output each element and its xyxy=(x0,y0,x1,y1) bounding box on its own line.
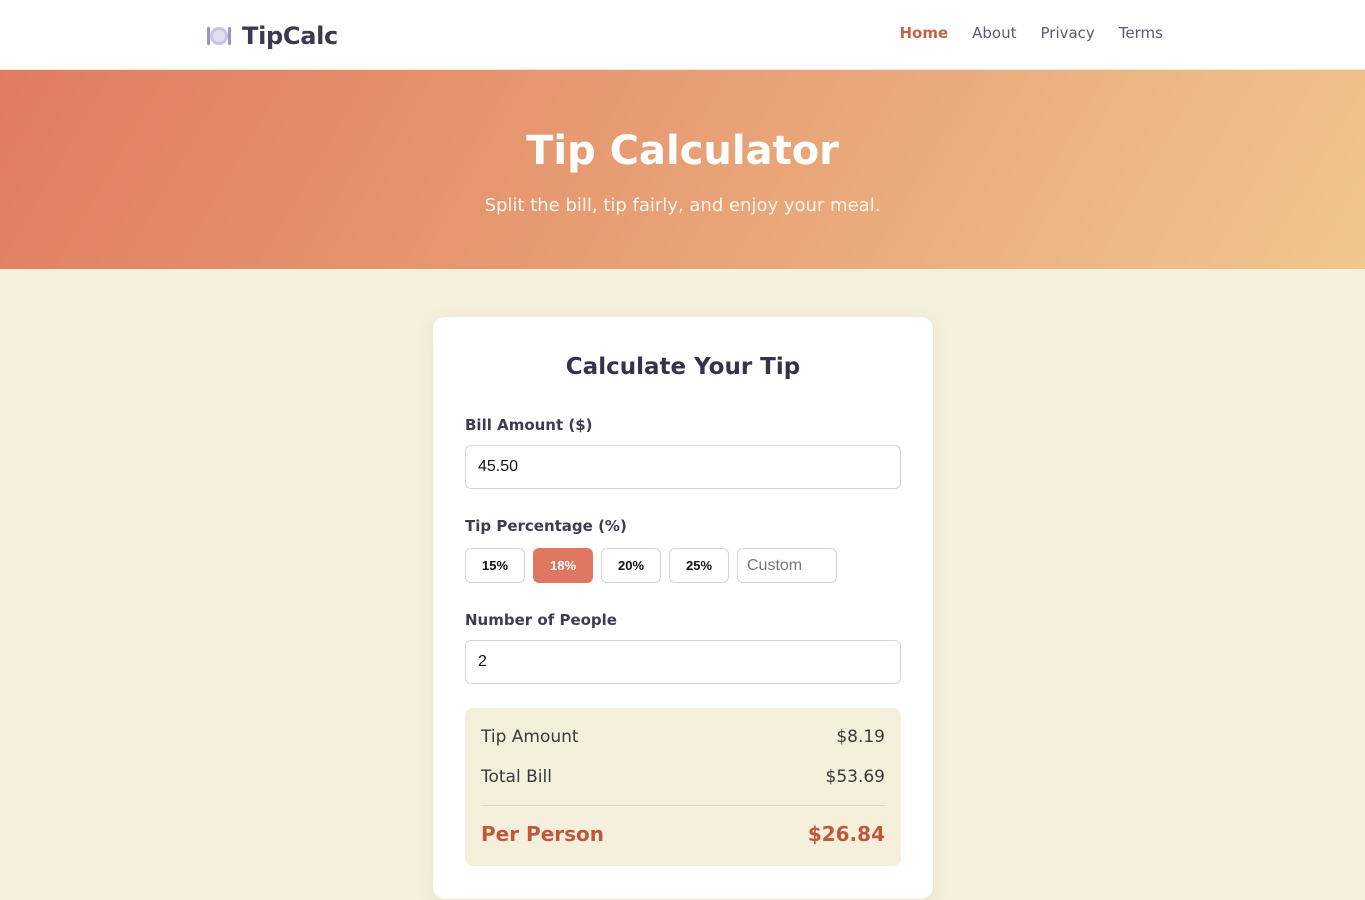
nav-about-link[interactable]: About xyxy=(972,24,1016,42)
brand-logo[interactable]: TipCalc xyxy=(206,20,338,52)
hero-title: Tip Calculator xyxy=(526,128,839,174)
tip-amount-value: $8.19 xyxy=(836,727,885,747)
bill-amount-label: Bill Amount ($) xyxy=(465,416,593,434)
tip-options: 15% 18% 20% 25% xyxy=(465,548,837,583)
nav-privacy-link[interactable]: Privacy xyxy=(1041,24,1095,42)
tip-amount-row: Tip Amount $8.19 xyxy=(481,727,885,747)
hero-banner: Tip Calculator Split the bill, tip fairl… xyxy=(0,70,1365,269)
brand-name: TipCalc xyxy=(242,22,338,50)
bill-amount-input[interactable] xyxy=(465,445,901,489)
per-person-row: Per Person $26.84 xyxy=(481,822,885,846)
tip-25-button[interactable]: 25% xyxy=(669,548,729,583)
tip-20-button[interactable]: 20% xyxy=(601,548,661,583)
nav-home-link[interactable]: Home xyxy=(899,24,948,42)
people-count-input[interactable] xyxy=(465,640,901,684)
tip-15-button[interactable]: 15% xyxy=(465,548,525,583)
tip-18-button[interactable]: 18% xyxy=(533,548,593,583)
people-count-label: Number of People xyxy=(465,611,617,629)
calculator-card: Calculate Your Tip Bill Amount ($) Tip P… xyxy=(433,317,933,899)
custom-tip-input[interactable] xyxy=(737,548,837,583)
plate-cutlery-icon xyxy=(207,27,231,45)
per-person-label: Per Person xyxy=(481,822,605,846)
total-bill-row: Total Bill $53.69 xyxy=(481,767,885,787)
top-navbar: TipCalc Home About Privacy Terms xyxy=(0,0,1365,70)
tip-percentage-label: Tip Percentage (%) xyxy=(465,517,627,535)
nav-terms-link[interactable]: Terms xyxy=(1119,24,1163,42)
card-title: Calculate Your Tip xyxy=(565,354,801,380)
total-bill-value: $53.69 xyxy=(825,767,885,787)
results-panel: Tip Amount $8.19 Total Bill $53.69 Per P… xyxy=(465,708,901,866)
results-divider xyxy=(481,805,885,806)
per-person-value: $26.84 xyxy=(807,822,885,846)
nav-links: Home About Privacy Terms xyxy=(899,24,1163,42)
total-bill-label: Total Bill xyxy=(481,767,552,787)
tip-amount-label: Tip Amount xyxy=(481,727,579,747)
hero-subtitle: Split the bill, tip fairly, and enjoy yo… xyxy=(484,195,881,216)
